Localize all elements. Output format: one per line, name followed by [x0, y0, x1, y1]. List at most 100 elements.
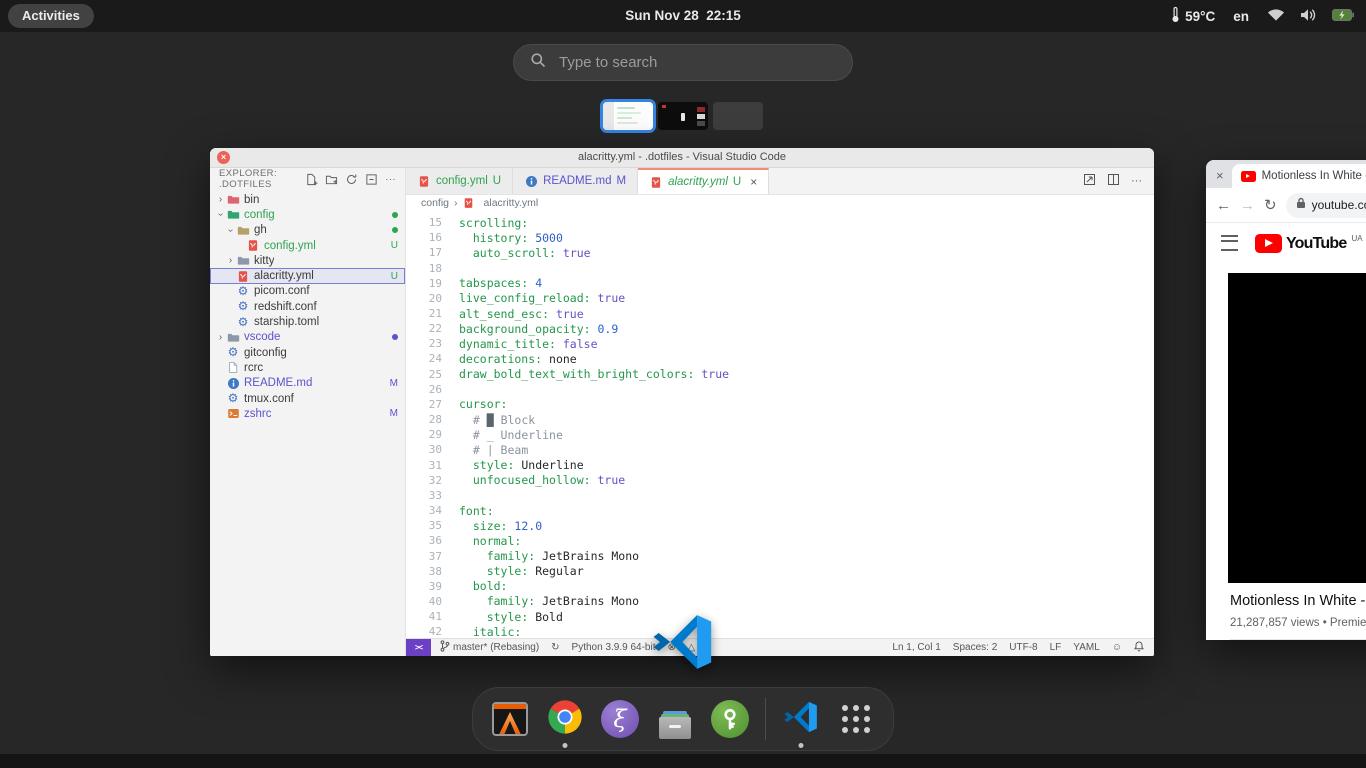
- file-label: picom.conf: [254, 285, 310, 297]
- tab-close-icon[interactable]: ×: [750, 175, 757, 189]
- file-label: bin: [244, 194, 259, 206]
- more-actions-icon[interactable]: ···: [1131, 175, 1142, 187]
- dock-item-google-chrome[interactable]: [545, 699, 585, 739]
- chevron-icon: ›: [225, 225, 236, 236]
- file-tree: ›bin›config›ghconfig.ymlU›kittyalacritty…: [210, 190, 405, 421]
- tree-item-README.md[interactable]: README.mdM: [210, 376, 405, 391]
- info-file-icon: [524, 175, 538, 188]
- tree-item-bin[interactable]: ›bin: [210, 192, 405, 207]
- git-badge: U: [493, 175, 501, 187]
- status-icons[interactable]: [1267, 8, 1354, 25]
- search-input[interactable]: [557, 53, 836, 72]
- dock-item-keepassxc[interactable]: [710, 699, 750, 739]
- youtube-region-badge: UA: [1351, 234, 1362, 243]
- workspace-thumbnail-empty[interactable]: [713, 102, 763, 130]
- tab-close-icon[interactable]: ×: [1210, 168, 1232, 188]
- dock-item-alacritty[interactable]: [490, 699, 530, 739]
- tree-item-gh[interactable]: ›gh: [210, 223, 405, 238]
- chrome-active-tab[interactable]: Motionless In White -: [1232, 164, 1366, 188]
- clock[interactable]: Sun Nov 28 22:15: [625, 0, 741, 32]
- more-actions-icon[interactable]: ···: [385, 174, 396, 185]
- tree-item-rcrc[interactable]: rcrc: [210, 360, 405, 375]
- youtube-wordmark: YouTube: [1286, 234, 1346, 253]
- line-number: 22: [406, 322, 442, 335]
- line-number: 24: [406, 352, 442, 365]
- file-label: redshift.conf: [254, 301, 317, 313]
- git-branch-status[interactable]: master* (Rebasing): [440, 640, 539, 655]
- tree-item-gitconfig[interactable]: ⚙gitconfig: [210, 345, 405, 360]
- language-mode[interactable]: YAML: [1073, 642, 1100, 653]
- forward-icon[interactable]: →: [1240, 197, 1255, 214]
- encoding-setting[interactable]: UTF-8: [1009, 642, 1037, 653]
- tree-item-vscode[interactable]: ›vscode: [210, 330, 405, 345]
- dock-item-emacs[interactable]: ξ: [600, 699, 640, 739]
- folder-icon: [236, 224, 250, 237]
- dock-item-vscode[interactable]: [781, 699, 821, 739]
- video-title: Motionless In White - Anot: [1230, 593, 1366, 609]
- workspace-thumbnail-youtube[interactable]: [658, 102, 708, 130]
- tree-item-redshift.conf[interactable]: ⚙redshift.conf: [210, 299, 405, 314]
- tree-item-tmux.conf[interactable]: ⚙tmux.conf: [210, 391, 405, 406]
- tree-item-alacritty.yml[interactable]: alacritty.ymlU: [210, 268, 405, 283]
- sync-icon[interactable]: ↻: [551, 642, 559, 653]
- cursor-position[interactable]: Ln 1, Col 1: [892, 642, 940, 653]
- youtube-logo[interactable]: YouTube UA: [1255, 234, 1363, 253]
- vscode-window[interactable]: × alacritty.yml - .dotfiles - Visual Stu…: [210, 148, 1154, 656]
- new-folder-icon[interactable]: [325, 173, 338, 186]
- new-file-icon[interactable]: [305, 173, 318, 186]
- yaml-file-icon: [463, 197, 475, 209]
- activities-button[interactable]: Activities: [8, 4, 94, 28]
- chrome-window[interactable]: × Motionless In White - ← → ↻ youtube.co…: [1206, 160, 1366, 640]
- back-icon[interactable]: ←: [1216, 197, 1231, 214]
- breadcrumb-folder[interactable]: config: [421, 197, 449, 209]
- refresh-icon[interactable]: [345, 173, 358, 186]
- code-editor[interactable]: 15scrolling:16 history: 500017 auto_scro…: [406, 211, 1154, 638]
- open-changes-icon[interactable]: [1083, 173, 1096, 189]
- eol-setting[interactable]: LF: [1050, 642, 1062, 653]
- tab-config-yml[interactable]: config.yml U: [406, 168, 513, 194]
- youtube-page: Motionless In White - Anot 21,287,857 vi…: [1206, 263, 1366, 640]
- code-line: 32 unfocused_hollow: true: [406, 473, 1154, 488]
- vscode-app-icon[interactable]: [651, 610, 715, 674]
- breadcrumb-file[interactable]: alacritty.yml: [484, 197, 539, 209]
- code-line: 23dynamic_title: false: [406, 336, 1154, 351]
- python-interpreter[interactable]: Python 3.9.9 64-bit: [572, 642, 656, 653]
- tree-item-kitty[interactable]: ›kitty: [210, 253, 405, 268]
- search-bar[interactable]: [513, 44, 853, 81]
- files-icon: [655, 699, 695, 739]
- youtube-favicon: [1241, 171, 1256, 182]
- tree-item-starship.toml[interactable]: ⚙starship.toml: [210, 314, 405, 329]
- file-label: README.md: [244, 377, 312, 389]
- window-close-button[interactable]: ×: [217, 151, 230, 164]
- video-player[interactable]: [1228, 273, 1366, 583]
- tree-item-config.yml[interactable]: config.ymlU: [210, 238, 405, 253]
- mini-sidebar: [603, 102, 614, 130]
- vscode-titlebar[interactable]: × alacritty.yml - .dotfiles - Visual Stu…: [210, 148, 1154, 168]
- reload-icon[interactable]: ↻: [1264, 196, 1277, 214]
- collapse-folders-icon[interactable]: [365, 173, 378, 186]
- keyboard-layout-indicator[interactable]: en: [1233, 9, 1249, 24]
- line-number: 40: [406, 595, 442, 608]
- remote-indicator[interactable]: ><: [406, 639, 431, 656]
- split-editor-icon[interactable]: [1107, 173, 1120, 189]
- explorer-sidebar: EXPLORER: .DOTFILES ··· ›bin›config›ghco…: [210, 168, 406, 656]
- breadcrumb[interactable]: config › alacritty.yml: [406, 195, 1154, 211]
- dock-item-files[interactable]: [655, 699, 695, 739]
- editor-tabs: config.yml U README.md M alacritty.yml U…: [406, 168, 1154, 195]
- vscode-window-title: alacritty.yml - .dotfiles - Visual Studi…: [578, 151, 786, 163]
- hamburger-menu-icon[interactable]: [1221, 235, 1238, 251]
- tab-alacritty-yml[interactable]: alacritty.yml U ×: [638, 168, 769, 194]
- temperature-indicator[interactable]: 59°C: [1171, 6, 1215, 26]
- address-bar[interactable]: youtube.com/wa: [1286, 193, 1366, 218]
- notifications-bell-icon[interactable]: [1134, 641, 1144, 655]
- tree-item-config[interactable]: ›config: [210, 207, 405, 222]
- workspace-thumbnail-vscode[interactable]: [603, 102, 653, 130]
- tree-item-zshrc[interactable]: zshrcM: [210, 406, 405, 421]
- tab-readme-md[interactable]: README.md M: [513, 168, 638, 194]
- tree-item-picom.conf[interactable]: ⚙picom.conf: [210, 284, 405, 299]
- code-line: 25draw_bold_text_with_bright_colors: tru…: [406, 367, 1154, 382]
- indentation-setting[interactable]: Spaces: 2: [953, 642, 997, 653]
- feedback-icon[interactable]: ☺: [1112, 642, 1122, 653]
- dock-item-app-grid[interactable]: [836, 699, 876, 739]
- alacritty-icon: [492, 702, 528, 736]
